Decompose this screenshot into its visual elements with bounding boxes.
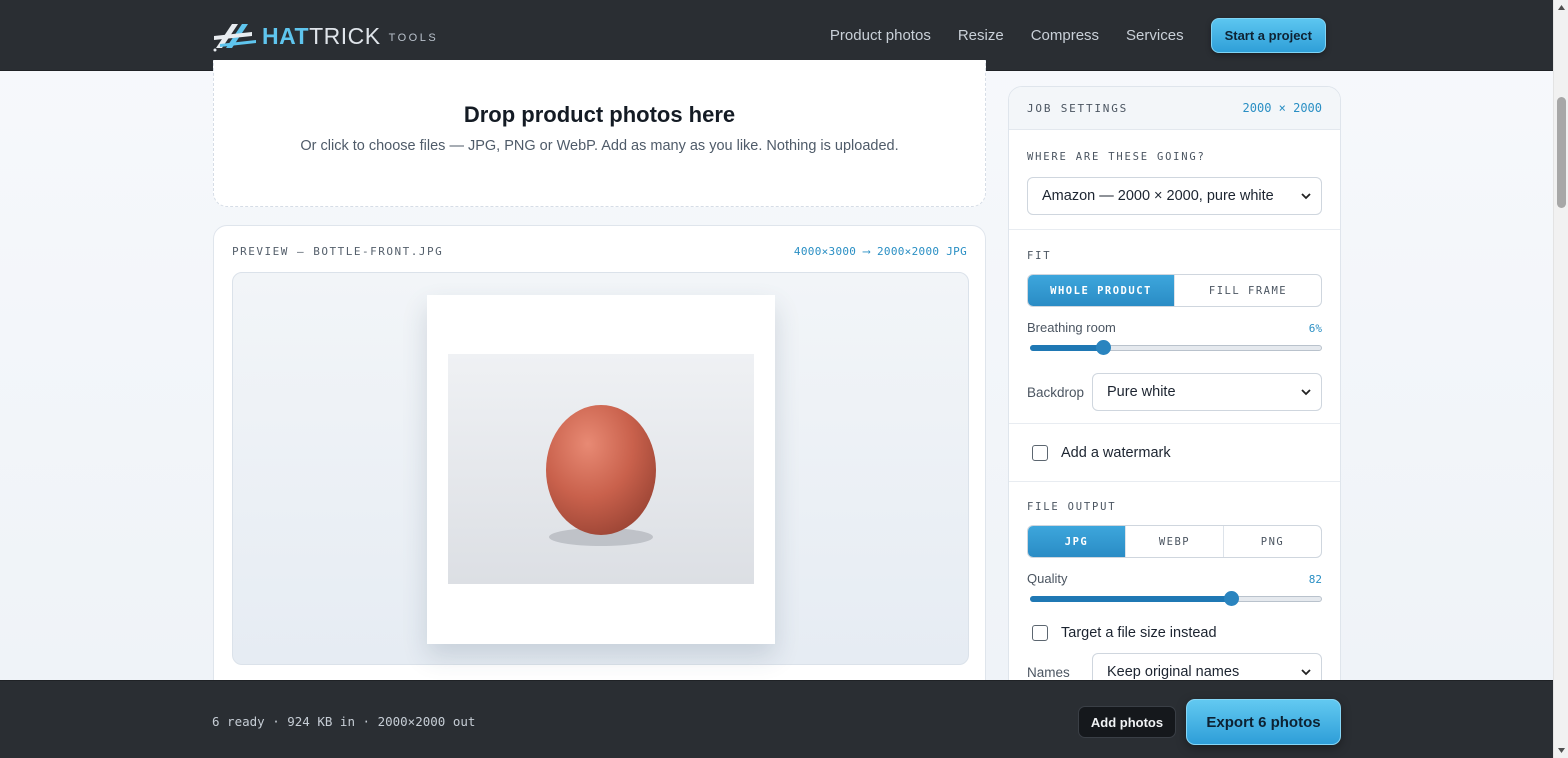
- target-size-checkbox[interactable]: Target a file size instead: [1027, 625, 1322, 641]
- names-value: Keep original names: [1107, 664, 1240, 680]
- destination-section: WHERE ARE THESE GOING? Amazon — 2000 × 2…: [1009, 130, 1340, 230]
- watermark-checkbox-box[interactable]: [1032, 444, 1048, 461]
- breathing-room-value: 6%: [1308, 322, 1322, 335]
- format-jpg-option[interactable]: JPG: [1028, 526, 1126, 557]
- scrollbar-thumb[interactable]: [1557, 97, 1566, 208]
- dropzone-subtitle: Or click to choose files — JPG, PNG or W…: [300, 138, 899, 154]
- destination-value: Amazon — 2000 × 2000, pure white: [1042, 188, 1274, 204]
- fit-section: FIT WHOLE PRODUCT FILL FRAME Breathing r…: [1009, 230, 1340, 424]
- export-photos-button[interactable]: Export 6 photos: [1186, 699, 1341, 745]
- brand-logo[interactable]: HAT TRICK TOOLS: [212, 16, 438, 56]
- nav-services[interactable]: Services: [1126, 27, 1184, 44]
- quality-value: 82: [1308, 573, 1322, 586]
- format-toggle: JPG WEBP PNG: [1027, 525, 1322, 558]
- quality-slider[interactable]: [1027, 590, 1322, 608]
- quality-row: Quality 82: [1027, 571, 1322, 586]
- add-photos-button[interactable]: Add photos: [1078, 706, 1176, 738]
- quality-label: Quality: [1027, 571, 1068, 586]
- chevron-down-icon: [1301, 193, 1311, 200]
- file-output-label: FILE OUTPUT: [1027, 501, 1117, 513]
- fit-label: FIT: [1027, 250, 1052, 262]
- brand-trick-text: TRICK: [309, 22, 381, 49]
- breathing-room-slider[interactable]: [1027, 339, 1322, 357]
- output-canvas: [427, 295, 775, 644]
- backdrop-row: Backdrop Pure white: [1027, 373, 1322, 411]
- page-scrollbar[interactable]: [1553, 0, 1568, 758]
- scroll-up-arrow-icon[interactable]: [1557, 3, 1566, 12]
- target-size-checkbox-box[interactable]: [1032, 625, 1048, 641]
- dropzone-title: Drop product photos here: [463, 102, 736, 127]
- fit-fill-frame-option[interactable]: FILL FRAME: [1175, 275, 1321, 306]
- start-project-button[interactable]: Start a project: [1210, 18, 1326, 53]
- scroll-down-arrow-icon[interactable]: [1557, 746, 1566, 755]
- backdrop-label: Backdrop: [1027, 384, 1085, 400]
- destination-select[interactable]: Amazon — 2000 × 2000, pure white: [1027, 177, 1322, 215]
- file-output-section: FILE OUTPUT JPG WEBP PNG Quality 82 Targ…: [1009, 482, 1340, 691]
- product-bottle-image: [546, 405, 656, 546]
- watermark-label: Add a watermark: [1061, 444, 1171, 461]
- photo-dropzone[interactable]: Drop product photos here Or click to cho…: [213, 60, 986, 207]
- preview-label: PREVIEW — BOTTLE-FRONT.JPG: [232, 245, 444, 258]
- preview-dimensions: 4000×3000 ⟶ 2000×2000 JPG: [793, 245, 967, 258]
- brand-hat-text: HAT: [262, 22, 310, 49]
- fit-whole-product-option[interactable]: WHOLE PRODUCT: [1028, 275, 1175, 306]
- breathing-room-knob[interactable]: [1096, 340, 1111, 355]
- watermark-section: Add a watermark: [1009, 424, 1340, 482]
- job-settings-panel: JOB SETTINGS 2000 × 2000 WHERE ARE THESE…: [1008, 86, 1341, 706]
- product-photo: [448, 354, 754, 584]
- format-png-option[interactable]: PNG: [1224, 526, 1321, 557]
- job-settings-size: 2000 × 2000: [1242, 101, 1322, 115]
- preview-card: PREVIEW — BOTTLE-FRONT.JPG 4000×3000 ⟶ 2…: [213, 225, 986, 695]
- nav-compress[interactable]: Compress: [1031, 27, 1099, 44]
- breathing-room-label: Breathing room: [1027, 320, 1116, 335]
- job-settings-header: JOB SETTINGS 2000 × 2000: [1009, 87, 1340, 130]
- backdrop-value: Pure white: [1107, 384, 1176, 400]
- destination-label: WHERE ARE THESE GOING?: [1027, 151, 1206, 163]
- hattrick-logo-icon: [213, 24, 256, 52]
- nav-resize[interactable]: Resize: [958, 27, 1004, 44]
- nav-product-photos[interactable]: Product photos: [830, 27, 931, 44]
- target-size-label: Target a file size instead: [1061, 625, 1217, 641]
- fit-toggle: WHOLE PRODUCT FILL FRAME: [1027, 274, 1322, 307]
- chevron-down-icon: [1301, 669, 1311, 676]
- breathing-room-row: Breathing room 6%: [1027, 320, 1322, 335]
- bottom-action-bar: 6 ready · 924 KB in · 2000×2000 out Add …: [0, 680, 1553, 758]
- brand-tools-text: TOOLS: [388, 32, 439, 44]
- chevron-down-icon: [1301, 389, 1311, 396]
- job-status-text: 6 ready · 924 KB in · 2000×2000 out: [212, 714, 476, 729]
- backdrop-select[interactable]: Pure white: [1092, 373, 1322, 411]
- preview-stage: [232, 272, 969, 665]
- format-webp-option[interactable]: WEBP: [1126, 526, 1224, 557]
- job-settings-title: JOB SETTINGS: [1027, 101, 1129, 115]
- names-label: Names: [1027, 664, 1070, 680]
- quality-knob[interactable]: [1224, 591, 1240, 606]
- watermark-checkbox[interactable]: Add a watermark: [1027, 444, 1171, 461]
